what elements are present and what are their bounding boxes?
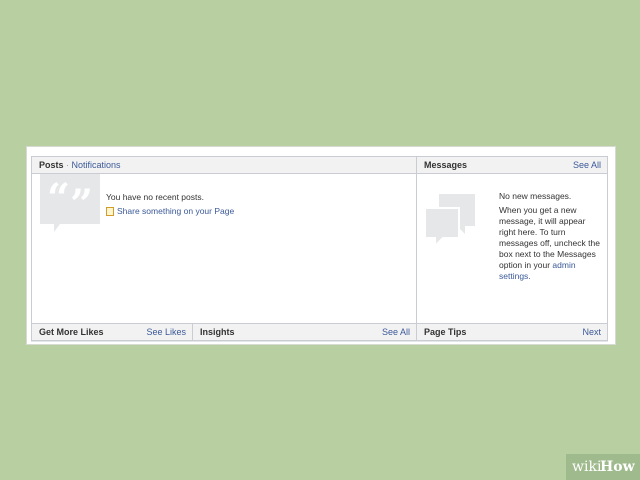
svg-text:”: ” [70, 181, 93, 228]
watermark-wiki: wiki [572, 459, 602, 475]
page-tips-next-link[interactable]: Next [582, 324, 601, 340]
posts-header: Posts · Notifications [31, 156, 417, 174]
messages-icon [425, 194, 475, 246]
get-more-likes-title: Get More Likes [39, 327, 104, 337]
svg-text:“: “ [47, 175, 70, 222]
messages-header: Messages See All [416, 156, 608, 174]
help-line: right here. To turn [499, 227, 566, 237]
help-line: box next to the Messages [499, 249, 596, 259]
insights-see-all-link[interactable]: See All [382, 324, 410, 340]
insights-header: Insights See All [192, 323, 417, 341]
notifications-link[interactable]: Notifications [72, 160, 121, 170]
admin-settings-link-part1[interactable]: admin [552, 260, 575, 270]
posts-title: Posts [39, 160, 64, 170]
no-messages-text: No new messages. [499, 191, 572, 201]
posts-body: “ ” You have no recent posts. Share some… [31, 174, 417, 323]
watermark-how: How [600, 459, 635, 475]
insights-title: Insights [200, 327, 235, 337]
quote-icon: “ ” [40, 174, 100, 232]
help-line: option in your admin [499, 260, 607, 271]
page-tips-title: Page Tips [424, 327, 467, 337]
share-row[interactable]: Share something on your Page [106, 206, 234, 217]
admin-settings-link-part2[interactable]: settings. [499, 271, 607, 282]
note-icon [106, 207, 114, 216]
help-line: messages off, uncheck the [499, 238, 600, 248]
help-line: When you get a new [499, 205, 577, 215]
posts-separator: · [63, 160, 72, 170]
get-more-likes-header: Get More Likes See Likes [31, 323, 193, 341]
messages-body: No new messages. When you get a new mess… [416, 174, 608, 323]
share-link[interactable]: Share something on your Page [117, 206, 234, 216]
no-posts-text: You have no recent posts. [106, 192, 204, 202]
see-likes-link[interactable]: See Likes [146, 324, 186, 340]
messages-help-text: When you get a new message, it will appe… [499, 205, 607, 282]
messages-see-all-link[interactable]: See All [573, 157, 601, 173]
messages-title: Messages [424, 160, 468, 170]
posts-title-row: Posts · Notifications [39, 157, 121, 173]
help-line: message, it will appear [499, 216, 586, 226]
page-admin-panel: Posts · Notifications “ ” You have no re… [26, 146, 616, 345]
help-line-text: option in your [499, 260, 553, 270]
page-tips-header: Page Tips Next [416, 323, 608, 341]
wikihow-watermark: wiki How [566, 454, 640, 480]
lower-section-edge [31, 341, 608, 342]
